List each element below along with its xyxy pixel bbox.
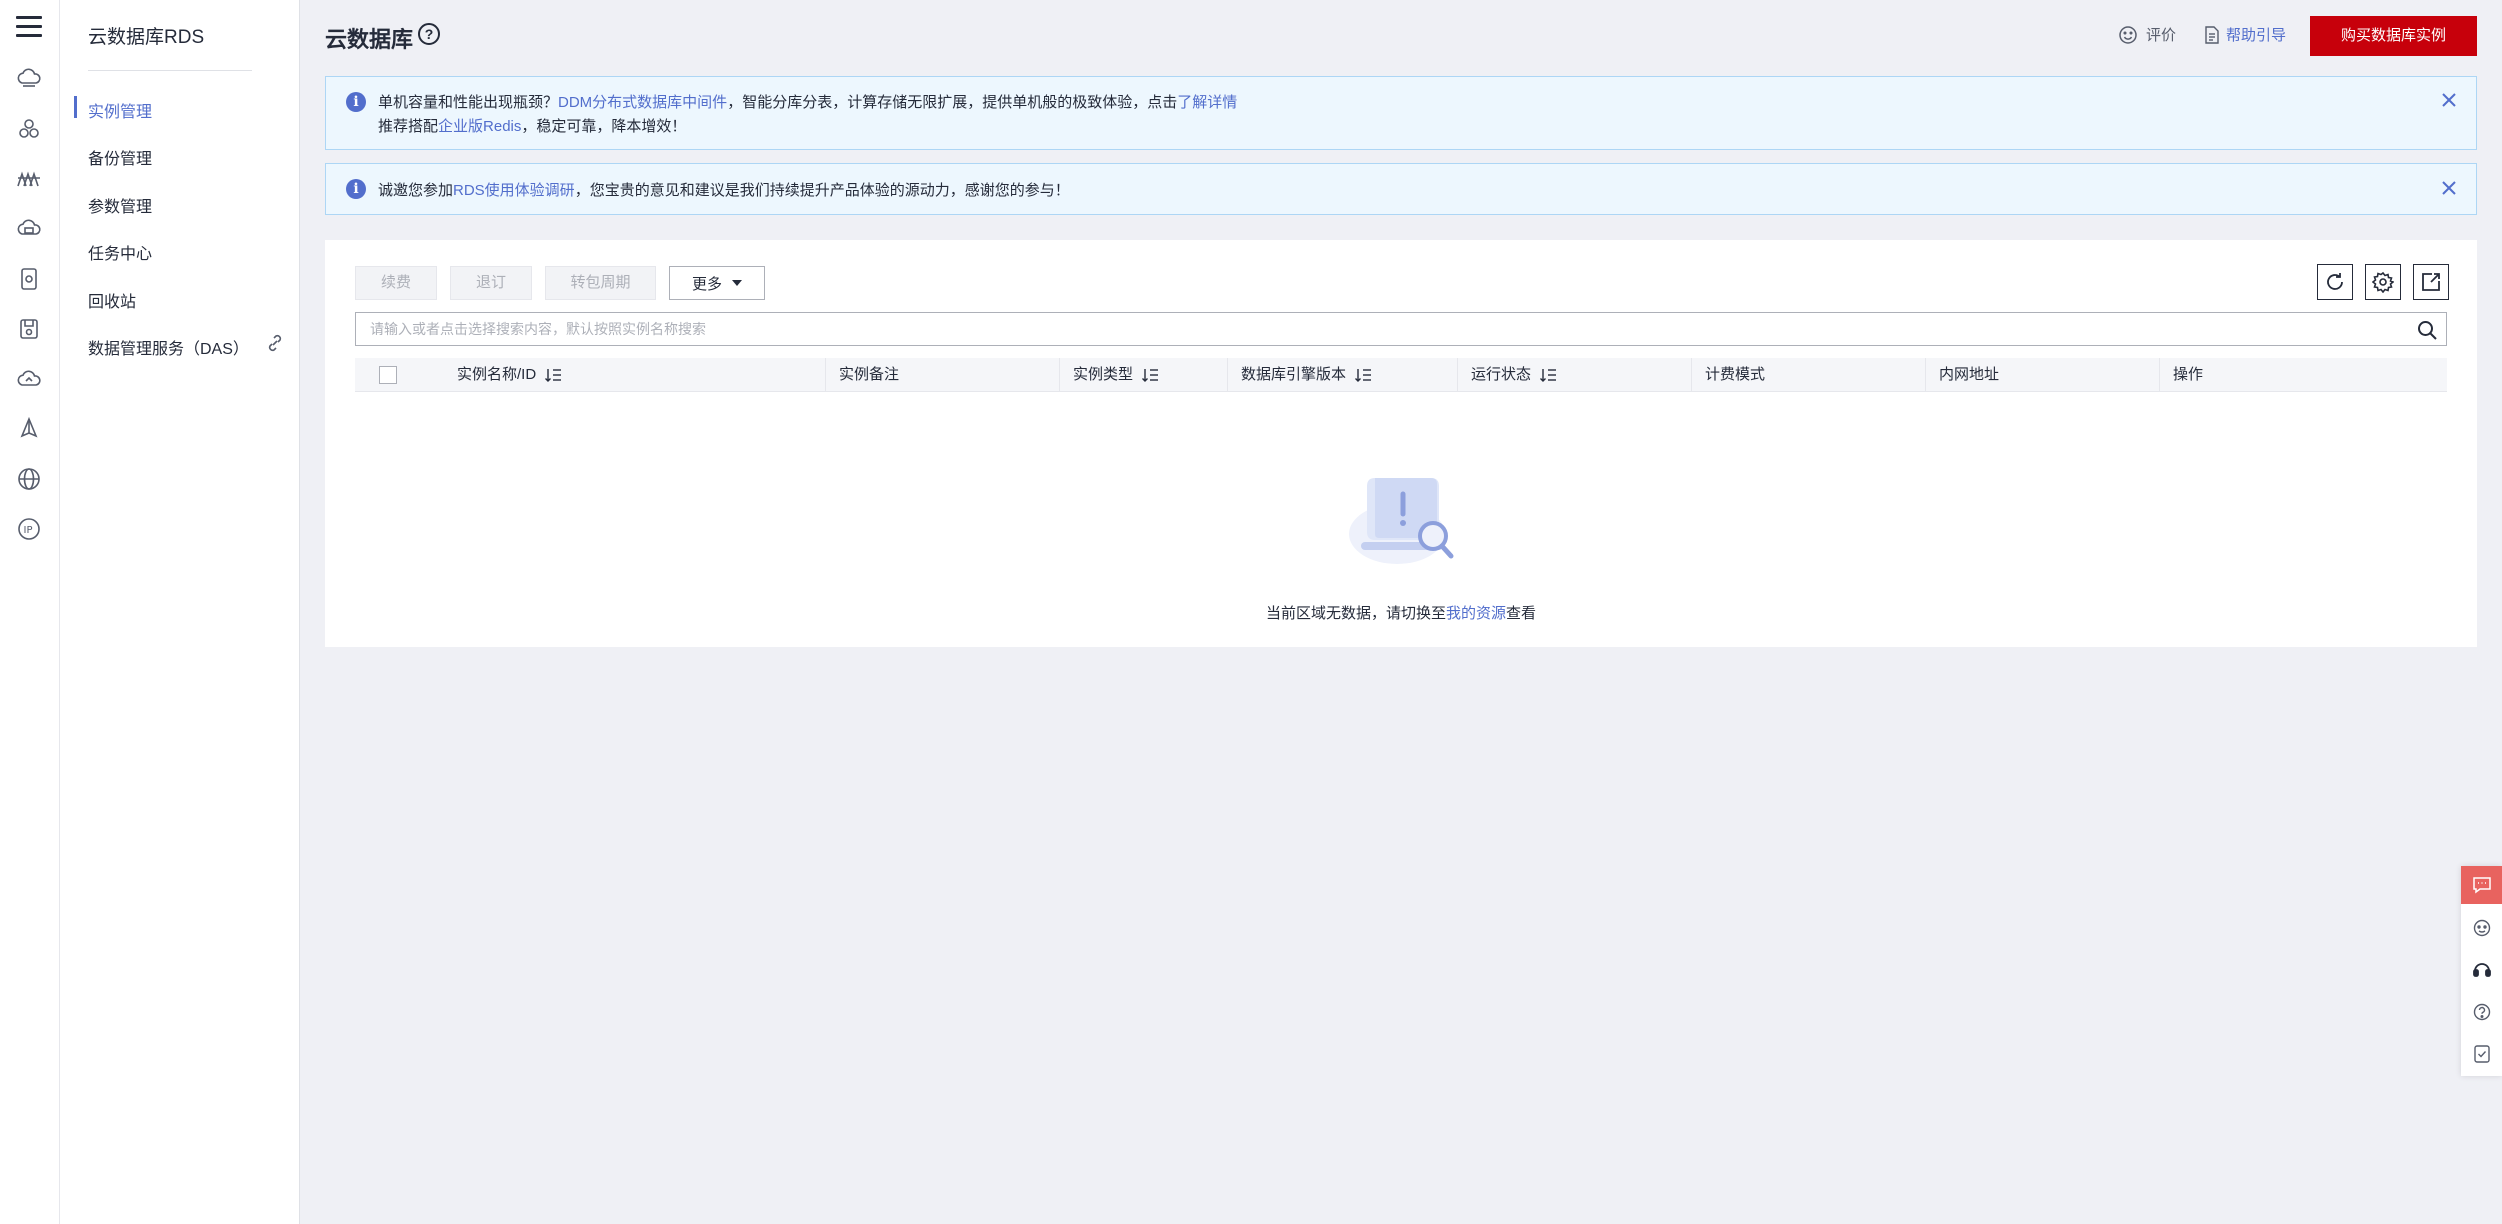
icon-rail: IP: [0, 0, 60, 1224]
sort-icon[interactable]: [1354, 367, 1372, 383]
ddm-link[interactable]: DDM分布式数据库中间件: [558, 94, 727, 111]
info-icon: i: [346, 92, 366, 112]
export-icon: [2422, 273, 2440, 291]
subnav-item-tasks[interactable]: 任务中心: [88, 240, 152, 264]
unsubscribe-button[interactable]: 退订: [450, 266, 532, 300]
gear-icon: [2372, 271, 2394, 293]
buy-instance-button[interactable]: 购买数据库实例: [2310, 16, 2477, 56]
globe-icon[interactable]: [16, 466, 42, 492]
chevron-down-icon: [732, 280, 742, 286]
menu-icon[interactable]: [16, 16, 42, 38]
help-guide-link[interactable]: 帮助引导: [2204, 24, 2286, 45]
subnav-item-das[interactable]: 数据管理服务（DAS）: [88, 335, 249, 359]
export-button[interactable]: [2413, 264, 2449, 300]
notice-ddm-line1: 单机容量和性能出现瓶颈？DDM分布式数据库中间件，智能分库分表，计算存储无限扩展…: [378, 94, 1238, 111]
refresh-icon: [2327, 273, 2343, 290]
close-icon[interactable]: [2440, 179, 2458, 197]
empty-state-message: 当前区域无数据，请切换至我的资源查看: [1265, 605, 1537, 622]
column-header-status[interactable]: 运行状态: [1471, 358, 1557, 392]
help-guide-label: 帮助引导: [2226, 27, 2287, 44]
info-icon: i: [346, 179, 366, 199]
survey-link[interactable]: RDS使用体验调研: [453, 182, 575, 199]
sort-icon[interactable]: [1141, 367, 1159, 383]
notice-ddm-line2: 推荐搭配企业版Redis，稳定可靠，降本增效！: [378, 118, 687, 135]
page-title: 云数据库: [325, 27, 414, 52]
floating-toolbar: [2461, 866, 2502, 1076]
subnav-item-backups[interactable]: 备份管理: [88, 145, 152, 169]
notice-survey-text: 诚邀您参加RDS使用体验调研，您宝贵的意见和建议是我们持续提升产品体验的源动力，…: [378, 182, 1070, 199]
document-icon: [2205, 25, 2219, 44]
cloud-icon[interactable]: [16, 366, 42, 392]
rocket-icon[interactable]: [16, 416, 42, 442]
close-icon[interactable]: [2440, 91, 2458, 109]
customer-service-icon[interactable]: [2472, 960, 2492, 980]
service-title: 云数据库RDS: [88, 27, 205, 48]
subnav-item-parameters[interactable]: 参数管理: [88, 193, 152, 217]
search-input[interactable]: [370, 313, 2390, 345]
external-link-icon[interactable]: [265, 333, 285, 353]
column-header-engine[interactable]: 数据库引擎版本: [1241, 358, 1372, 392]
instance-list-card: 续费 退订 转包周期 更多 实例名称/ID 实例备注 实例类型: [325, 240, 2477, 647]
rate-link[interactable]: 评价: [2118, 24, 2176, 45]
smile-icon: [2119, 25, 2137, 44]
sort-icon[interactable]: [544, 367, 562, 383]
document-db-icon[interactable]: [16, 266, 42, 292]
to-period-button[interactable]: 转包周期: [545, 266, 656, 300]
svg-text:IP: IP: [24, 525, 33, 536]
rate-label: 评价: [2146, 27, 2177, 44]
search-icon[interactable]: [2416, 319, 2438, 341]
column-header-private-ip: 内网地址: [1939, 366, 2000, 383]
column-header-name[interactable]: 实例名称/ID: [457, 358, 562, 392]
chat-icon: [2472, 877, 2491, 894]
notice-ddm: i 单机容量和性能出现瓶颈？DDM分布式数据库中间件，智能分库分表，计算存储无限…: [325, 76, 2477, 150]
assistant-icon[interactable]: [2472, 918, 2492, 938]
empty-data-illustration: [1349, 478, 1454, 564]
feedback-button[interactable]: [2461, 866, 2502, 904]
storage-icon[interactable]: [16, 316, 42, 342]
help-icon[interactable]: [2472, 1002, 2492, 1022]
cloud-server-icon[interactable]: [16, 66, 42, 92]
more-label: 更多: [691, 275, 722, 293]
column-header-actions: 操作: [2173, 366, 2204, 383]
subnav-divider: [88, 70, 252, 71]
service-subnav: 云数据库RDS 实例管理 备份管理 参数管理 任务中心 回收站 数据管理服务（D…: [60, 0, 300, 1224]
column-header-remark: 实例备注: [839, 366, 900, 383]
subnav-item-recycle-bin[interactable]: 回收站: [88, 288, 136, 312]
bridge-icon[interactable]: [16, 166, 42, 192]
subnav-item-instances[interactable]: 实例管理: [88, 98, 152, 122]
column-header-billing: 计费模式: [1705, 366, 1766, 383]
notice-survey: i 诚邀您参加RDS使用体验调研，您宝贵的意见和建议是我们持续提升产品体验的源动…: [325, 163, 2477, 215]
settings-button[interactable]: [2365, 264, 2401, 300]
table-header: 实例名称/ID 实例备注 实例类型 数据库引擎版本 运行状态 计费模式 内网地址: [355, 358, 2447, 392]
help-question-icon[interactable]: ?: [418, 23, 440, 45]
more-dropdown[interactable]: 更多: [669, 266, 765, 300]
select-all-checkbox[interactable]: [379, 366, 397, 384]
cluster-icon[interactable]: [16, 116, 42, 142]
ip-icon[interactable]: IP: [16, 516, 42, 542]
sort-icon[interactable]: [1539, 367, 1557, 383]
search-box: [355, 312, 2447, 346]
renew-button[interactable]: 续费: [355, 266, 437, 300]
column-header-type[interactable]: 实例类型: [1073, 358, 1159, 392]
learn-more-link[interactable]: 了解详情: [1177, 94, 1237, 111]
cloud-db-icon[interactable]: [16, 216, 42, 242]
redis-link[interactable]: 企业版Redis: [438, 118, 521, 135]
checklist-icon[interactable]: [2472, 1044, 2492, 1064]
refresh-button[interactable]: [2317, 264, 2353, 300]
my-resources-link[interactable]: 我的资源: [1446, 605, 1506, 622]
active-indicator: [74, 96, 77, 118]
